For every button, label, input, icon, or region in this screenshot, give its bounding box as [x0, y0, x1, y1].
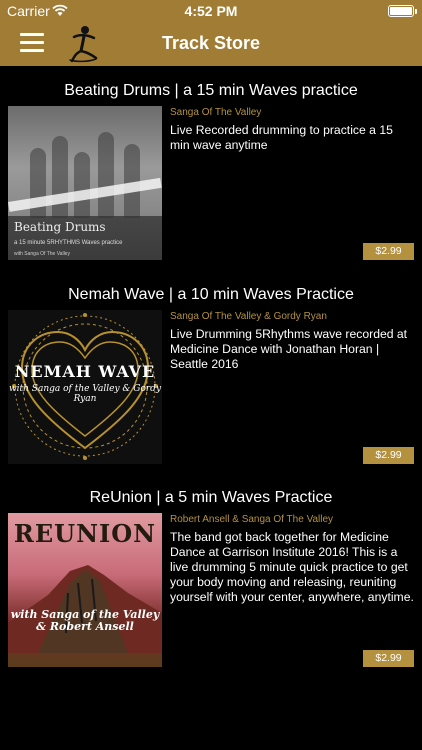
track-description: Live Recorded drumming to practice a 15 …	[170, 123, 393, 152]
cover-title: Beating Drums	[14, 220, 106, 234]
track-artist: Sanga Of The Valley	[170, 107, 262, 118]
status-bar: Carrier 4:52 PM	[0, 0, 422, 22]
cover-title: REUNION	[13, 519, 157, 548]
price-button[interactable]: $2.99	[363, 650, 414, 667]
track-cover-image: Beating Drums a 15 minute 5RHYTHMS Waves…	[8, 106, 162, 260]
price-button[interactable]: $2.99	[363, 447, 414, 464]
track-description: The band got back together for Medicine …	[170, 530, 414, 604]
track-item[interactable]: Nemah Wave | a 10 min Waves Practice NEM…	[0, 286, 422, 476]
page-title: Track Store	[161, 33, 261, 53]
cover-title: NEMAH WAVE	[14, 362, 156, 381]
track-cover-image: NEMAH WAVE with Sanga of the Valley & Go…	[8, 310, 162, 464]
track-item[interactable]: Beating Drums | a 15 min Waves practice …	[0, 82, 422, 272]
track-artist: Robert Ansell & Sanga Of The Valley	[170, 514, 334, 525]
cover-byline: with Sanga Of The Valley	[14, 251, 70, 257]
track-item[interactable]: ReUnion | a 5 min Waves Practice REUNION…	[0, 489, 422, 679]
track-title: Nemah Wave | a 10 min Waves Practice	[68, 286, 354, 303]
price-button[interactable]: $2.99	[363, 243, 414, 260]
cover-subtitle: with Sanga of the Valley & Gordy Ryan	[8, 384, 162, 404]
cover-subtitle: with Sanga of the Valley & Robert Ansell	[10, 608, 160, 633]
navigation-bar: Track Store	[0, 22, 422, 66]
status-time: 4:52 PM	[184, 3, 238, 19]
track-description: Live Drumming 5Rhythms wave recorded at …	[170, 327, 408, 371]
track-artist: Sanga Of The Valley & Gordy Ryan	[170, 311, 327, 322]
track-title: Beating Drums | a 15 min Waves practice	[64, 82, 358, 99]
track-cover-image: REUNION with Sanga of the Valley & Rober…	[8, 513, 162, 667]
track-title: ReUnion | a 5 min Waves Practice	[89, 489, 333, 506]
cover-subtitle: a 15 minute 5RHYTHMS Waves practice	[14, 240, 123, 246]
battery-icon	[388, 5, 417, 17]
